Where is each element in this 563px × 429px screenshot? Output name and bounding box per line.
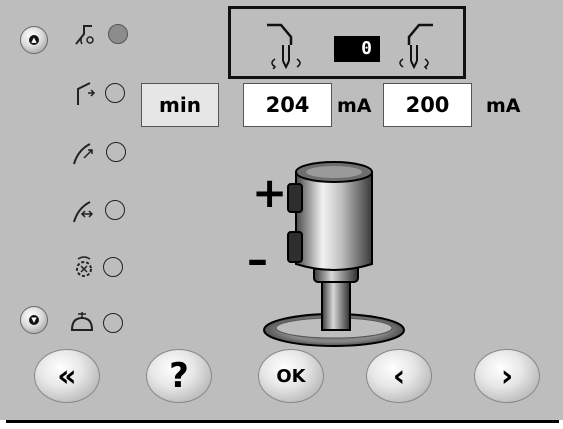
ok-label: OK <box>276 365 306 387</box>
current-unit-label: mA <box>337 95 372 117</box>
mode-radio-5[interactable] <box>103 257 123 277</box>
chevron-right-icon: › <box>500 358 514 394</box>
counter-panel: 0 <box>228 6 466 79</box>
mode-radio-1[interactable] <box>108 24 128 44</box>
chevron-left-icon: ‹ <box>392 358 406 394</box>
current-value-field[interactable]: 204 <box>243 83 332 127</box>
mode-radio-2[interactable] <box>105 83 125 103</box>
min-button[interactable]: min <box>141 83 219 127</box>
prev-button[interactable]: ‹ <box>366 349 432 403</box>
gear-cycle-icon <box>70 253 98 281</box>
limit-unit-label: mA <box>486 95 521 117</box>
torch-rotate-left-icon[interactable] <box>261 15 309 71</box>
joystick-icon[interactable] <box>262 160 412 350</box>
scroll-down-button[interactable]: ▼ <box>20 306 48 334</box>
scroll-up-button[interactable]: ▲ <box>20 26 48 54</box>
arrow-down-icon: ▼ <box>29 315 39 325</box>
mode-radio-4[interactable] <box>105 200 125 220</box>
counter-display: 0 <box>334 36 380 62</box>
double-chevron-left-icon: « <box>57 358 77 394</box>
help-icon: ? <box>169 356 189 396</box>
control-screen: ▲ ▼ 0 min 204 mA 200 mA + – « ? OK ‹ › <box>0 0 563 420</box>
torch-lift-icon <box>70 79 98 107</box>
torch-tilt-icon <box>70 138 98 166</box>
limit-value-field[interactable]: 200 <box>383 83 472 127</box>
torch-rotate-icon <box>70 196 98 224</box>
clamp-icon <box>68 308 96 336</box>
torch-swing-icon <box>70 20 98 48</box>
next-button[interactable]: › <box>474 349 540 403</box>
mode-radio-6[interactable] <box>103 313 123 333</box>
help-button[interactable]: ? <box>146 349 212 403</box>
bottom-divider <box>6 420 559 423</box>
arrow-up-icon: ▲ <box>29 35 39 45</box>
back-button[interactable]: « <box>34 349 100 403</box>
ok-button[interactable]: OK <box>258 349 324 403</box>
torch-rotate-right-icon[interactable] <box>391 15 439 71</box>
mode-radio-3[interactable] <box>106 142 126 162</box>
